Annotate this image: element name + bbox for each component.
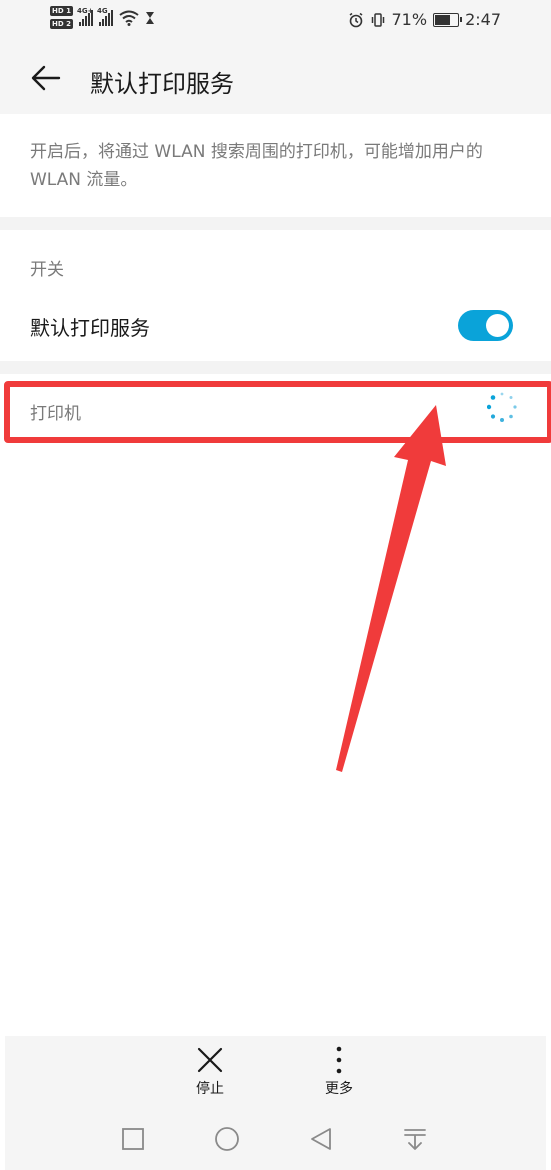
arrow-left-icon	[31, 65, 61, 91]
sim2-signal-icon: 4G	[96, 6, 113, 26]
hd2-badge: HD 2	[50, 19, 73, 29]
stop-label: 停止	[196, 1081, 224, 1097]
toggle-knob	[486, 314, 509, 337]
battery-fill	[435, 14, 451, 25]
hourglass-icon	[145, 11, 154, 24]
more-label: 更多	[325, 1081, 353, 1097]
vertical-dots-icon	[336, 1046, 342, 1074]
default-print-service-label: 默认打印服务	[30, 316, 150, 340]
close-x-icon	[197, 1047, 223, 1073]
stop-button[interactable]: 停止	[180, 1046, 240, 1106]
sim2-network-type: 4G	[96, 6, 108, 15]
app-bar: 默认打印服务	[0, 42, 551, 114]
status-bar: HD 1 HD 2 4G+ 4G 71% 2:47	[0, 0, 551, 42]
section-divider	[0, 217, 551, 230]
clock: 2:47	[465, 10, 501, 29]
battery-icon	[433, 12, 463, 27]
default-print-service-toggle[interactable]	[458, 310, 513, 341]
alarm-icon	[349, 12, 362, 27]
hd1-badge: HD 1	[50, 6, 73, 16]
more-button[interactable]: 更多	[309, 1046, 369, 1106]
sim1-network-type: 4G+	[76, 6, 94, 15]
description-text: 开启后，将通过 WLAN 搜索周围的打印机，可能增加用户的 WLAN 流量。	[30, 142, 483, 190]
triangle-back-icon	[311, 1128, 331, 1150]
recent-apps-button[interactable]	[118, 1124, 148, 1154]
back-nav-button[interactable]	[306, 1124, 336, 1154]
pull-down-icon	[404, 1129, 426, 1150]
sim1-signal-icon: 4G+	[76, 6, 94, 26]
bottom-toolbar: 停止 更多	[5, 1036, 546, 1170]
notification-pull-button[interactable]	[400, 1124, 430, 1154]
annotation-highlight-box	[4, 381, 551, 443]
back-button[interactable]	[26, 60, 66, 96]
home-button[interactable]	[212, 1124, 242, 1154]
circle-icon	[215, 1127, 239, 1151]
switch-section-label: 开关	[30, 260, 64, 280]
square-icon	[122, 1128, 144, 1150]
page-title: 默认打印服务	[90, 70, 234, 98]
section-divider	[0, 361, 551, 374]
vibrate-icon	[371, 12, 384, 27]
wifi-icon	[119, 10, 139, 26]
battery-percent: 71%	[391, 10, 428, 29]
